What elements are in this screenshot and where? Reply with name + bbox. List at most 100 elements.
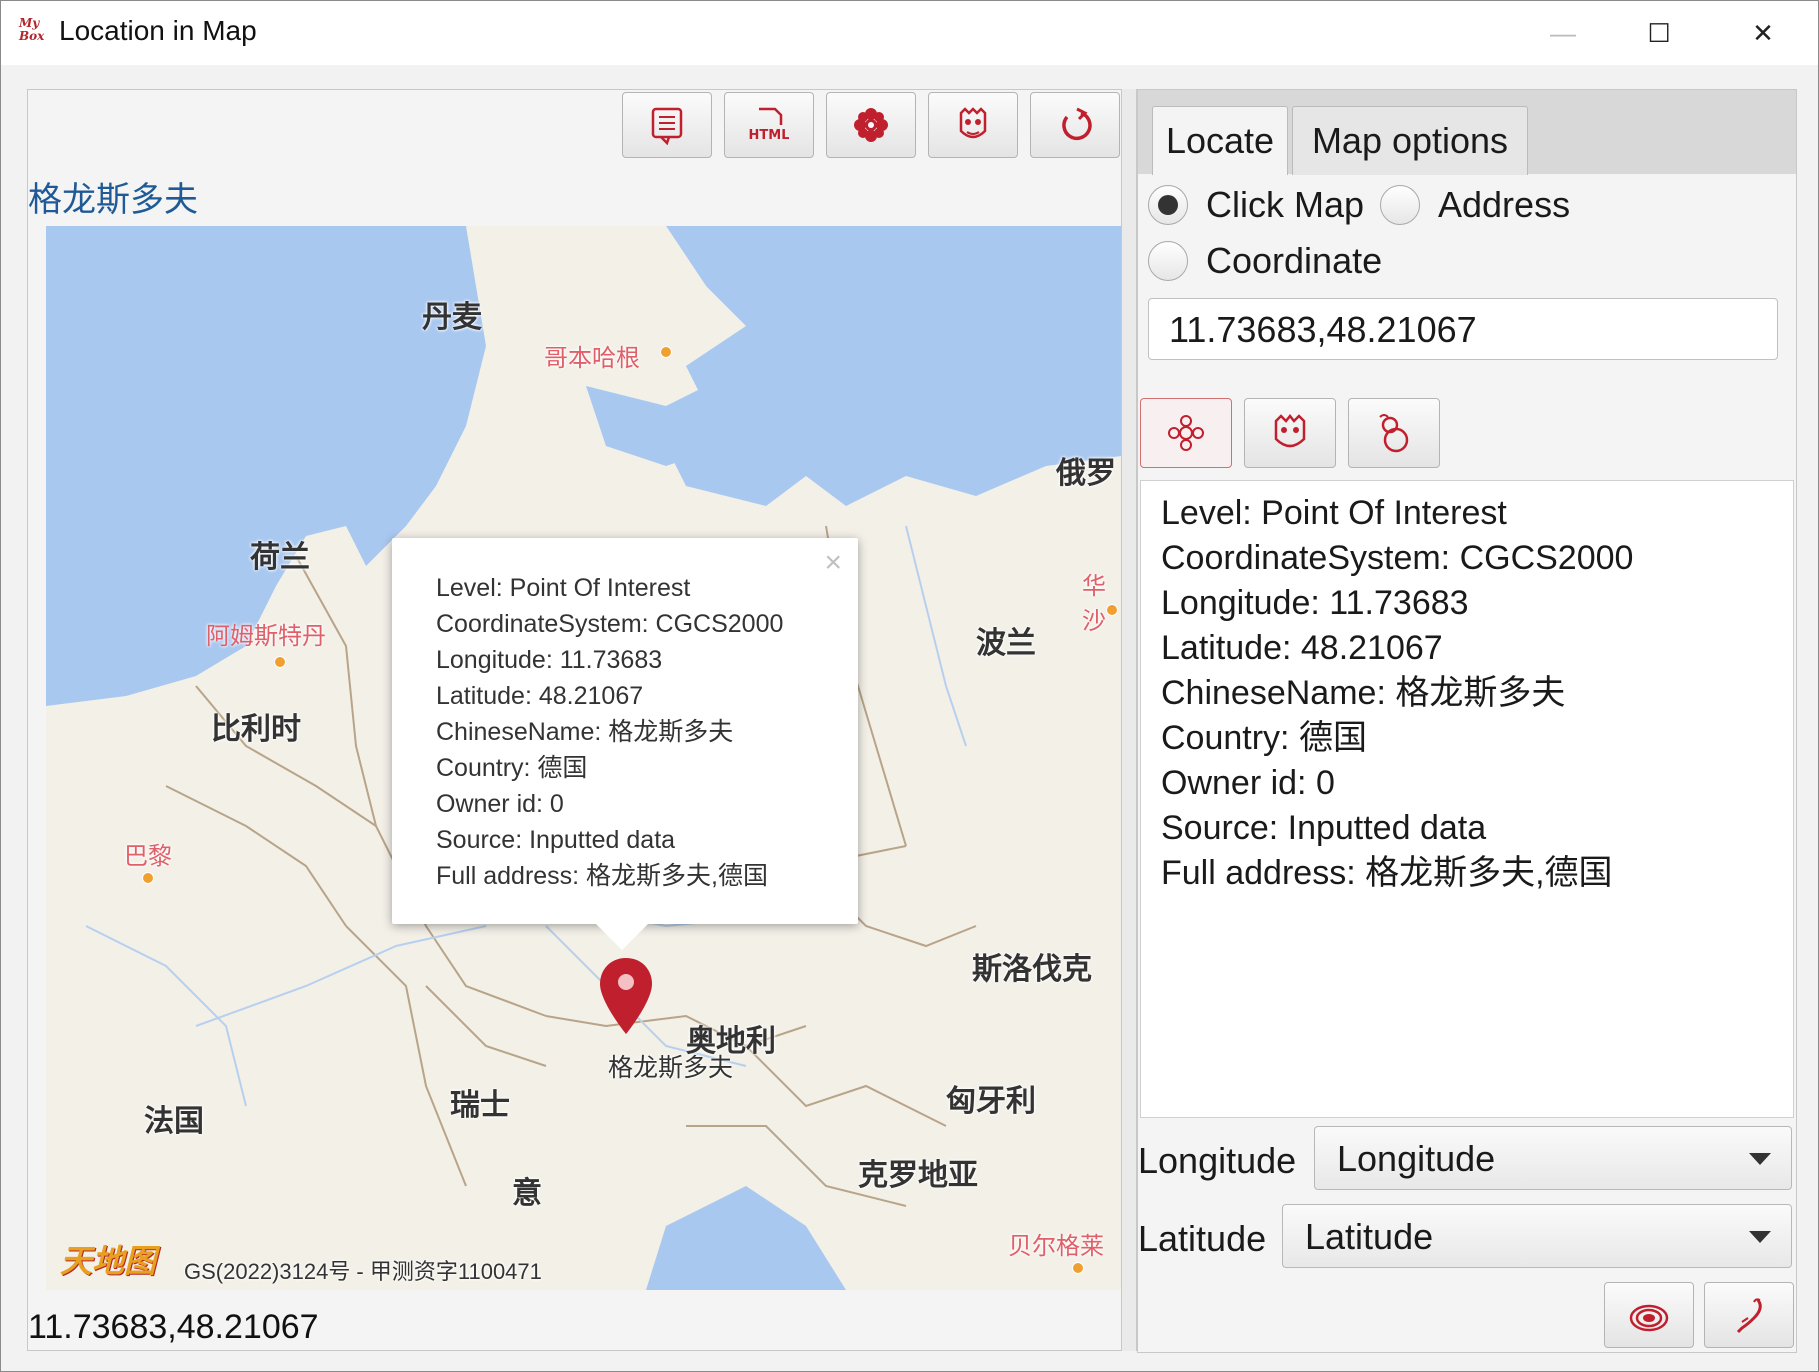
peony-icon: [854, 108, 888, 142]
maximize-button[interactable]: ☐: [1611, 1, 1707, 65]
location-info-box[interactable]: Level: Point Of Interest CoordinateSyste…: [1140, 480, 1794, 1118]
tab-locate[interactable]: Locate: [1152, 106, 1288, 175]
knot-icon: [1168, 415, 1204, 451]
minimize-button[interactable]: —: [1515, 1, 1611, 65]
radio-label: Click Map: [1206, 184, 1365, 225]
map-pane: HTML 格龙斯多夫 丹麦 荷兰 比利时 波兰 斯洛伐克 奥地利 瑞士 法国 匈…: [27, 89, 1122, 1351]
popup-tail: [594, 922, 650, 950]
options-pane: Locate Map options Click Map Address Coo…: [1137, 89, 1797, 1353]
info-line: Latitude: 48.21067: [1161, 629, 1443, 667]
coordinate-input[interactable]: 11.73683,48.21067: [1148, 298, 1778, 360]
popup-close-button[interactable]: ×: [824, 546, 842, 580]
city-label: 华沙: [1082, 572, 1106, 635]
info-line: Full address: 格龙斯多夫,德国: [1161, 854, 1613, 892]
city-label: 巴黎: [124, 842, 172, 870]
info-line: CoordinateSystem: CGCS2000: [1161, 539, 1634, 577]
mask-button[interactable]: [928, 92, 1018, 158]
city-dot: [660, 346, 672, 358]
popup-line: CoordinateSystem: CGCS2000: [436, 610, 784, 638]
locate-knot-button[interactable]: [1140, 398, 1232, 468]
app-window: My Box Location in Map — ☐ ✕ HTML 格龙斯多夫 …: [0, 0, 1819, 1372]
feather-icon: [1736, 1298, 1762, 1334]
city-dot: [1072, 1262, 1084, 1274]
longitude-select[interactable]: Longitude: [1314, 1126, 1792, 1190]
map-marker-icon[interactable]: [598, 956, 654, 1036]
window-title: Location in Map: [59, 15, 257, 46]
html-button[interactable]: HTML: [724, 92, 814, 158]
popup-details: Level: Point Of Interest CoordinateSyste…: [436, 570, 783, 894]
map-copyright: GS(2022)3124号 - 甲测资字1100471: [184, 1259, 542, 1284]
app-logo: My Box: [19, 16, 45, 43]
latitude-label: Latitude: [1138, 1218, 1267, 1259]
swirl-icon: [1629, 1304, 1669, 1332]
info-line: Country: 德国: [1161, 719, 1367, 757]
tab-map-options[interactable]: Map options: [1292, 106, 1528, 175]
country-label: 俄罗: [1056, 456, 1116, 491]
svg-text:HTML: HTML: [749, 128, 789, 143]
chevron-down-icon: [1749, 1231, 1771, 1243]
locate-mask-button[interactable]: [1244, 398, 1336, 468]
country-label: 瑞士: [450, 1088, 510, 1123]
refresh-icon: [1062, 107, 1092, 141]
longitude-selected-value: Longitude: [1337, 1138, 1496, 1179]
city-dot: [1106, 604, 1118, 616]
refresh-button[interactable]: [1030, 92, 1120, 158]
popup-line: Owner id: 0: [436, 790, 564, 818]
city-dot: [142, 872, 154, 884]
info-line: Longitude: 11.73683: [1161, 584, 1469, 622]
country-label: 匈牙利: [946, 1084, 1036, 1119]
mask-icon: [1274, 413, 1306, 448]
country-label: 克罗地亚: [858, 1158, 978, 1193]
city-label: 阿姆斯特丹: [206, 622, 326, 650]
info-icon: [651, 107, 683, 145]
popup-line: ChineseName: 格龙斯多夫: [436, 718, 734, 746]
country-label: 法国: [144, 1104, 204, 1139]
peony-button[interactable]: [826, 92, 916, 158]
info-line: Source: Inputted data: [1161, 809, 1487, 847]
radio-address[interactable]: Address: [1380, 184, 1570, 226]
map-canvas[interactable]: 丹麦 荷兰 比利时 波兰 斯洛伐克 奥地利 瑞士 法国 匈牙利 克罗地亚 意 俄…: [46, 226, 1121, 1290]
info-line: Owner id: 0: [1161, 764, 1335, 802]
city-dot: [274, 656, 286, 668]
close-button[interactable]: ✕: [1715, 1, 1811, 65]
info-button[interactable]: [622, 92, 712, 158]
country-label: 荷兰: [250, 540, 310, 575]
radio-button[interactable]: [1148, 241, 1188, 281]
feather-button[interactable]: [1704, 1282, 1794, 1348]
coordinate-status: 11.73683,48.21067: [28, 1308, 319, 1346]
country-label: 波兰: [976, 626, 1036, 661]
radio-click-map[interactable]: Click Map: [1148, 184, 1364, 226]
radio-button[interactable]: [1148, 185, 1188, 225]
country-label: 斯洛伐克: [972, 952, 1092, 987]
radio-selected-dot: [1158, 195, 1178, 215]
radio-button[interactable]: [1380, 185, 1420, 225]
info-line: ChineseName: 格龙斯多夫: [1161, 674, 1566, 712]
popup-line: Latitude: 48.21067: [436, 682, 644, 710]
radio-label: Coordinate: [1206, 240, 1383, 281]
location-popup: × Level: Point Of Interest CoordinateSys…: [392, 538, 858, 950]
latitude-select[interactable]: Latitude: [1282, 1204, 1792, 1268]
country-label: 丹麦: [422, 300, 482, 335]
longitude-label: Longitude: [1138, 1140, 1297, 1181]
latitude-selected-value: Latitude: [1305, 1216, 1434, 1257]
gourd-icon: [1379, 414, 1409, 453]
split-divider[interactable]: [1121, 89, 1137, 1351]
chevron-down-icon: [1749, 1153, 1771, 1165]
popup-line: Source: Inputted data: [436, 826, 676, 854]
mask-icon: [959, 107, 987, 139]
city-label: 哥本哈根: [544, 344, 640, 372]
html-icon: HTML: [749, 107, 789, 143]
swirl-button[interactable]: [1604, 1282, 1694, 1348]
locate-gourd-button[interactable]: [1348, 398, 1440, 468]
radio-coordinate[interactable]: Coordinate: [1148, 240, 1382, 282]
info-line: Level: Point Of Interest: [1161, 494, 1507, 532]
country-label: 意: [512, 1176, 542, 1211]
popup-line: Country: 德国: [436, 754, 588, 782]
popup-line: Level: Point Of Interest: [436, 574, 691, 602]
country-label: 比利时: [211, 712, 301, 747]
tab-bar: Locate Map options: [1138, 90, 1796, 175]
city-label: 贝尔格莱: [1008, 1232, 1104, 1260]
title-bar: My Box Location in Map — ☐ ✕: [1, 1, 1818, 65]
popup-line: Full address: 格龙斯多夫,德国: [436, 862, 769, 890]
map-provider-logo: 天地图: [60, 1242, 157, 1280]
